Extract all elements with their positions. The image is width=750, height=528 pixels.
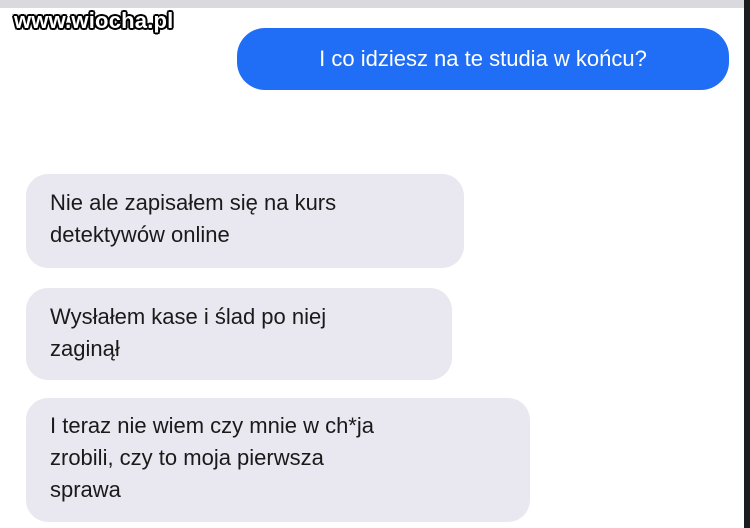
top-bar: [0, 0, 750, 8]
incoming-message-bubble[interactable]: I teraz nie wiem czy mnie w ch*ja zrobil…: [26, 398, 530, 522]
outgoing-message-bubble[interactable]: I co idziesz na te studia w końcu?: [237, 28, 729, 90]
watermark: www.wiocha.pl: [14, 8, 174, 33]
incoming-message-bubble[interactable]: Wysłałem kase i ślad po niej zaginął: [26, 288, 452, 380]
incoming-message-bubble[interactable]: Nie ale zapisałem się na kurs detektywów…: [26, 174, 464, 268]
outgoing-message-text: I co idziesz na te studia w końcu?: [319, 46, 647, 71]
screen-edge: [744, 0, 750, 528]
